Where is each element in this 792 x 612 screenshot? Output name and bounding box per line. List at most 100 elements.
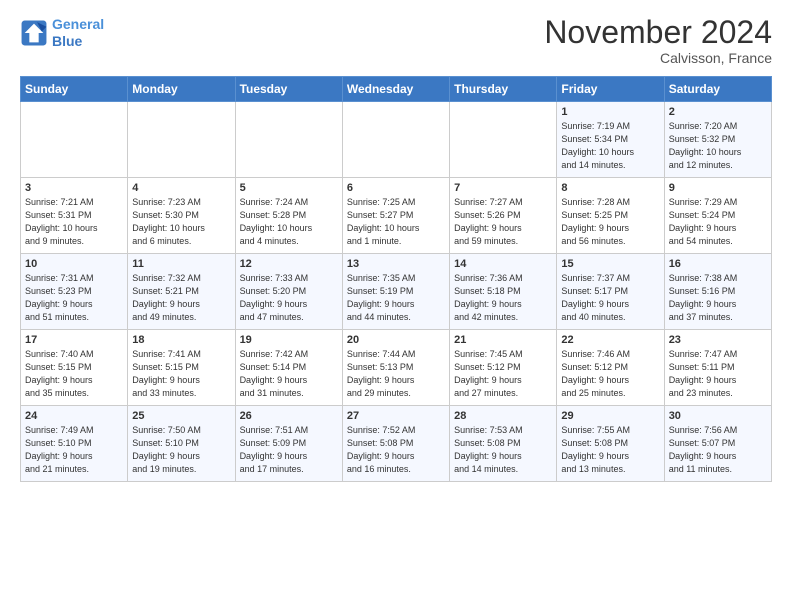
day-info: Sunrise: 7:41 AM Sunset: 5:15 PM Dayligh… [132, 348, 230, 400]
day-number: 9 [669, 182, 767, 194]
header-sunday: Sunday [21, 77, 128, 102]
day-number: 19 [240, 334, 338, 346]
day-cell: 2 Sunrise: 7:20 AM Sunset: 5:32 PM Daylig… [664, 102, 771, 178]
day-cell: 29Sunrise: 7:55 AM Sunset: 5:08 PM Dayli… [557, 406, 664, 482]
day-number: 2 [669, 106, 767, 118]
day-number: 20 [347, 334, 445, 346]
day-cell: 7 Sunrise: 7:27 AM Sunset: 5:26 PM Daylig… [450, 178, 557, 254]
day-number: 28 [454, 410, 552, 422]
day-number: 12 [240, 258, 338, 270]
header-thursday: Thursday [450, 77, 557, 102]
logo-icon [20, 19, 48, 47]
day-cell: 9Sunrise: 7:29 AM Sunset: 5:24 PM Daylig… [664, 178, 771, 254]
day-number: 11 [132, 258, 230, 270]
day-number: 27 [347, 410, 445, 422]
day-cell: 26 Sunrise: 7:51 AM Sunset: 5:09 PM Dayli… [235, 406, 342, 482]
day-info: Sunrise: 7:24 AM Sunset: 5:28 PM Dayligh… [240, 196, 338, 248]
day-info: Sunrise: 7:46 AM Sunset: 5:12 PM Dayligh… [561, 348, 659, 400]
day-number: 17 [25, 334, 123, 346]
day-info: Sunrise: 7:47 AM Sunset: 5:11 PM Dayligh… [669, 348, 767, 400]
day-info: Sunrise: 7:28 AM Sunset: 5:25 PM Dayligh… [561, 196, 659, 248]
day-number: 8 [561, 182, 659, 194]
day-cell: 23 Sunrise: 7:47 AM Sunset: 5:11 PM Dayli… [664, 330, 771, 406]
location: Calvisson, France [544, 50, 772, 66]
day-number: 25 [132, 410, 230, 422]
day-number: 5 [240, 182, 338, 194]
day-cell: 18 Sunrise: 7:41 AM Sunset: 5:15 PM Dayli… [128, 330, 235, 406]
header-wednesday: Wednesday [342, 77, 449, 102]
day-info: Sunrise: 7:42 AM Sunset: 5:14 PM Dayligh… [240, 348, 338, 400]
day-info: Sunrise: 7:23 AM Sunset: 5:30 PM Dayligh… [132, 196, 230, 248]
logo-line2: Blue [52, 33, 82, 49]
day-number: 22 [561, 334, 659, 346]
day-cell [450, 102, 557, 178]
logo-text: General Blue [52, 16, 104, 50]
week-row-3: 17 Sunrise: 7:40 AM Sunset: 5:15 PM Dayli… [21, 330, 772, 406]
day-number: 23 [669, 334, 767, 346]
day-cell: 30Sunrise: 7:56 AM Sunset: 5:07 PM Dayli… [664, 406, 771, 482]
day-cell [342, 102, 449, 178]
header: General Blue November 2024 Calvisson, Fr… [20, 16, 772, 66]
week-row-2: 10Sunrise: 7:31 AM Sunset: 5:23 PM Dayli… [21, 254, 772, 330]
day-info: Sunrise: 7:55 AM Sunset: 5:08 PM Dayligh… [561, 424, 659, 476]
calendar-table: SundayMondayTuesdayWednesdayThursdayFrid… [20, 76, 772, 482]
day-info: Sunrise: 7:53 AM Sunset: 5:08 PM Dayligh… [454, 424, 552, 476]
day-cell: 19 Sunrise: 7:42 AM Sunset: 5:14 PM Dayli… [235, 330, 342, 406]
logo: General Blue [20, 16, 104, 50]
header-monday: Monday [128, 77, 235, 102]
day-cell: 20Sunrise: 7:44 AM Sunset: 5:13 PM Dayli… [342, 330, 449, 406]
day-cell: 11 Sunrise: 7:32 AM Sunset: 5:21 PM Dayli… [128, 254, 235, 330]
day-cell: 22 Sunrise: 7:46 AM Sunset: 5:12 PM Dayli… [557, 330, 664, 406]
day-cell: 15Sunrise: 7:37 AM Sunset: 5:17 PM Dayli… [557, 254, 664, 330]
day-info: Sunrise: 7:32 AM Sunset: 5:21 PM Dayligh… [132, 272, 230, 324]
day-number: 24 [25, 410, 123, 422]
day-cell: 1 Sunrise: 7:19 AM Sunset: 5:34 PM Daylig… [557, 102, 664, 178]
day-number: 1 [561, 106, 659, 118]
header-friday: Friday [557, 77, 664, 102]
day-info: Sunrise: 7:52 AM Sunset: 5:08 PM Dayligh… [347, 424, 445, 476]
day-info: Sunrise: 7:51 AM Sunset: 5:09 PM Dayligh… [240, 424, 338, 476]
day-cell: 4 Sunrise: 7:23 AM Sunset: 5:30 PM Daylig… [128, 178, 235, 254]
day-number: 26 [240, 410, 338, 422]
day-cell: 24 Sunrise: 7:49 AM Sunset: 5:10 PM Dayli… [21, 406, 128, 482]
day-info: Sunrise: 7:49 AM Sunset: 5:10 PM Dayligh… [25, 424, 123, 476]
day-info: Sunrise: 7:40 AM Sunset: 5:15 PM Dayligh… [25, 348, 123, 400]
header-saturday: Saturday [664, 77, 771, 102]
day-number: 4 [132, 182, 230, 194]
header-tuesday: Tuesday [235, 77, 342, 102]
day-cell: 16 Sunrise: 7:38 AM Sunset: 5:16 PM Dayli… [664, 254, 771, 330]
day-number: 21 [454, 334, 552, 346]
day-info: Sunrise: 7:19 AM Sunset: 5:34 PM Dayligh… [561, 120, 659, 172]
day-cell: 10Sunrise: 7:31 AM Sunset: 5:23 PM Dayli… [21, 254, 128, 330]
day-number: 30 [669, 410, 767, 422]
day-number: 18 [132, 334, 230, 346]
day-number: 6 [347, 182, 445, 194]
day-cell: 25Sunrise: 7:50 AM Sunset: 5:10 PM Dayli… [128, 406, 235, 482]
day-info: Sunrise: 7:36 AM Sunset: 5:18 PM Dayligh… [454, 272, 552, 324]
day-info: Sunrise: 7:27 AM Sunset: 5:26 PM Dayligh… [454, 196, 552, 248]
day-info: Sunrise: 7:20 AM Sunset: 5:32 PM Dayligh… [669, 120, 767, 172]
day-info: Sunrise: 7:33 AM Sunset: 5:20 PM Dayligh… [240, 272, 338, 324]
week-row-0: 1 Sunrise: 7:19 AM Sunset: 5:34 PM Daylig… [21, 102, 772, 178]
day-number: 7 [454, 182, 552, 194]
day-info: Sunrise: 7:21 AM Sunset: 5:31 PM Dayligh… [25, 196, 123, 248]
day-cell: 6Sunrise: 7:25 AM Sunset: 5:27 PM Daylig… [342, 178, 449, 254]
week-row-4: 24 Sunrise: 7:49 AM Sunset: 5:10 PM Dayli… [21, 406, 772, 482]
day-info: Sunrise: 7:31 AM Sunset: 5:23 PM Dayligh… [25, 272, 123, 324]
day-cell [128, 102, 235, 178]
page: General Blue November 2024 Calvisson, Fr… [0, 0, 792, 492]
day-info: Sunrise: 7:38 AM Sunset: 5:16 PM Dayligh… [669, 272, 767, 324]
day-info: Sunrise: 7:35 AM Sunset: 5:19 PM Dayligh… [347, 272, 445, 324]
day-info: Sunrise: 7:37 AM Sunset: 5:17 PM Dayligh… [561, 272, 659, 324]
day-cell: 12 Sunrise: 7:33 AM Sunset: 5:20 PM Dayli… [235, 254, 342, 330]
day-cell: 17 Sunrise: 7:40 AM Sunset: 5:15 PM Dayli… [21, 330, 128, 406]
day-number: 3 [25, 182, 123, 194]
day-cell: 13Sunrise: 7:35 AM Sunset: 5:19 PM Dayli… [342, 254, 449, 330]
day-number: 16 [669, 258, 767, 270]
day-cell: 3 Sunrise: 7:21 AM Sunset: 5:31 PM Daylig… [21, 178, 128, 254]
day-cell [235, 102, 342, 178]
day-number: 14 [454, 258, 552, 270]
week-row-1: 3 Sunrise: 7:21 AM Sunset: 5:31 PM Daylig… [21, 178, 772, 254]
logo-line1: General [52, 16, 104, 32]
day-cell: 27 Sunrise: 7:52 AM Sunset: 5:08 PM Dayli… [342, 406, 449, 482]
